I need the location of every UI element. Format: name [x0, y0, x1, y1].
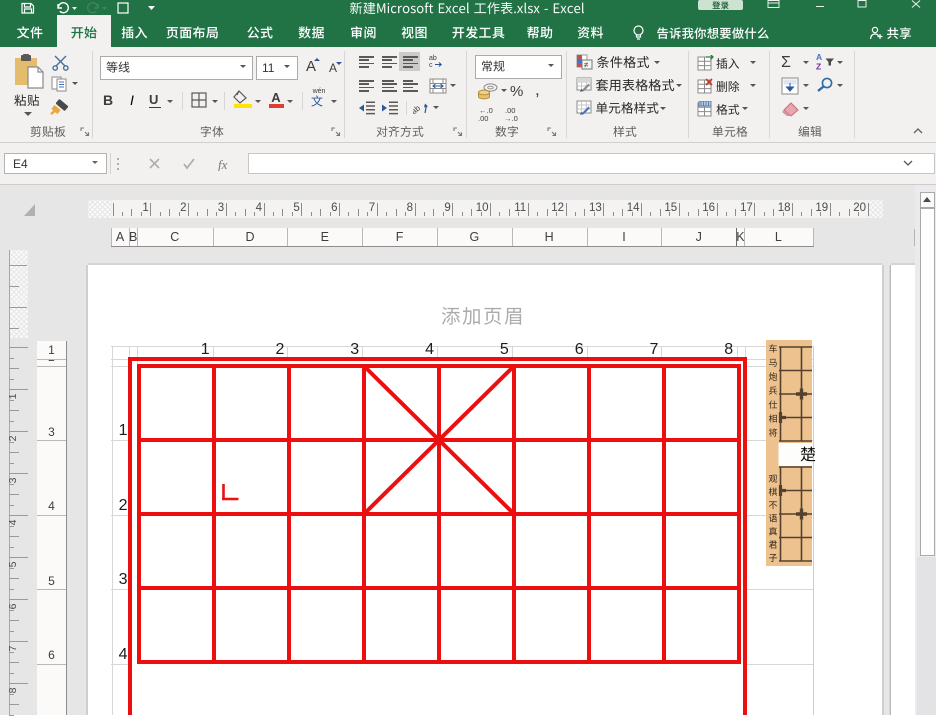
- svg-text:ab: ab: [429, 55, 437, 62]
- svg-text:c: c: [429, 62, 433, 69]
- svg-text:≠: ≠: [584, 61, 589, 70]
- svg-text:→.0: →.0: [504, 114, 518, 122]
- svg-text:A: A: [816, 52, 822, 62]
- svg-text:fx: fx: [218, 157, 228, 171]
- svg-text:.00: .00: [478, 114, 488, 122]
- svg-text:Z: Z: [816, 62, 821, 72]
- svg-text:ab: ab: [413, 103, 422, 116]
